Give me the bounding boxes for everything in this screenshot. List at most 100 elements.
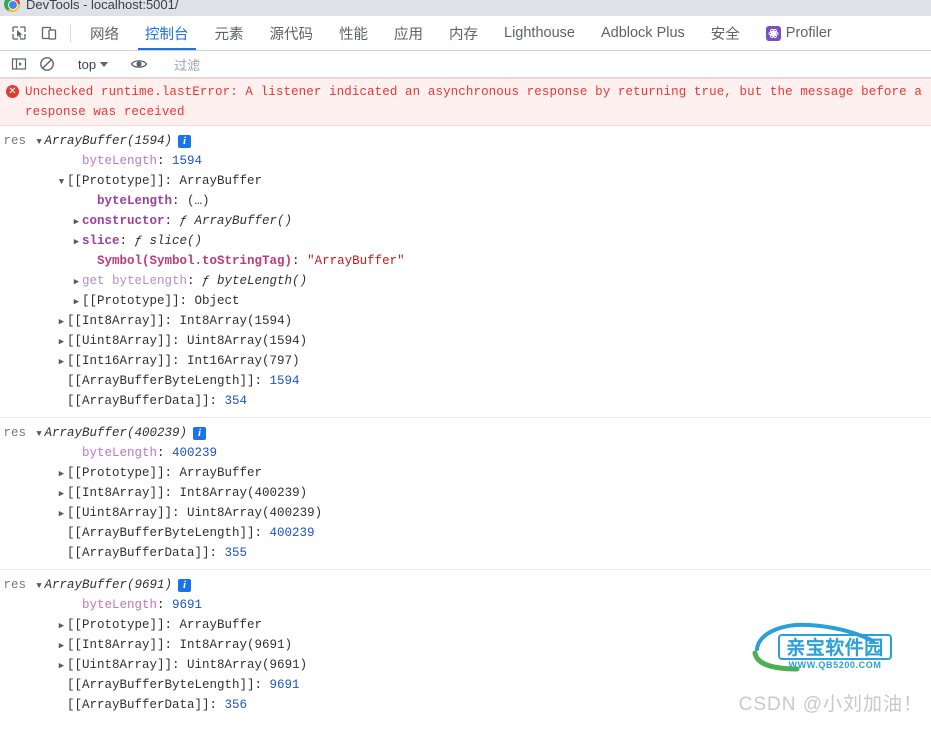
tab-Adblock Plus[interactable]: Adblock Plus [588,16,698,50]
disclosure-triangle-icon[interactable] [56,656,67,676]
tab-性能[interactable]: 性能 [326,16,381,50]
property-value: 9691 [172,598,203,612]
object-property-row[interactable]: [[Uint8Array]]: Uint8Array(400239) [0,503,931,523]
property-value: Int8Array(9691) [179,638,293,652]
object-property-row[interactable]: [[Uint8Array]]: Uint8Array(1594) [0,331,931,351]
disclosure-triangle-icon[interactable] [56,352,67,372]
object-property-row[interactable]: slice: ƒ slice() [0,231,931,251]
disclosure-triangle-icon[interactable] [56,172,67,192]
object-title[interactable]: ArrayBuffer(1594) [45,131,173,151]
property-separator: : [172,194,188,208]
property-separator: : [292,254,308,268]
property-key: [[Int8Array]] [67,638,165,652]
property-separator: : [157,154,173,168]
disclosure-triangle-icon[interactable] [56,504,67,524]
tab-网络[interactable]: 网络 [77,16,132,50]
info-icon[interactable]: i [178,579,192,592]
disclosure-triangle-icon[interactable] [71,272,82,292]
device-toolbar-icon[interactable] [34,16,64,50]
object-property-row[interactable]: [[Int8Array]]: Int8Array(9691) [0,635,931,655]
result-label: res [3,426,26,440]
disclosure-triangle-icon[interactable] [71,232,82,252]
tab-应用[interactable]: 应用 [381,16,436,50]
disclosure-triangle-icon[interactable] [56,636,67,656]
clear-console-icon[interactable] [33,56,61,72]
tab-Lighthouse[interactable]: Lighthouse [491,16,588,50]
console-group-list: res ArrayBuffer(1594)ibyteLength: 1594[[… [0,126,931,717]
property-separator: : [164,214,180,228]
result-label: res [3,134,26,148]
tab-元素[interactable]: 元素 [202,16,257,50]
object-title[interactable]: ArrayBuffer(400239) [45,423,188,443]
filter-input[interactable]: 过滤 [166,55,931,74]
object-property-row[interactable]: [[Int8Array]]: Int8Array(400239) [0,483,931,503]
disclosure-triangle-icon[interactable] [34,576,45,596]
object-property-row[interactable]: byteLength: (…) [0,191,931,211]
object-property-row[interactable]: byteLength: 1594 [0,151,931,171]
property-value: Uint8Array(400239) [187,506,323,520]
object-property-row[interactable]: [[Prototype]]: ArrayBuffer [0,615,931,635]
object-property-row[interactable]: [[ArrayBufferData]]: 356 [0,695,931,715]
property-key: [[Int16Array]] [67,354,173,368]
property-separator: : [254,678,270,692]
tab-源代码[interactable]: 源代码 [257,16,327,50]
disclosure-triangle-icon[interactable] [71,292,82,312]
property-separator: : [164,174,180,188]
console-group-header[interactable]: res ArrayBuffer(1594) i [0,131,931,151]
property-separator: : [164,638,180,652]
property-separator: : [164,466,180,480]
object-title[interactable]: ArrayBuffer(9691) [45,575,173,595]
disclosure-triangle-icon[interactable] [56,464,67,484]
tab-安全[interactable]: 安全 [698,16,753,50]
console-sidebar-icon[interactable] [5,56,33,72]
console-group: res ArrayBuffer(9691)ibyteLength: 9691[[… [0,570,931,717]
object-property-row[interactable]: Symbol(Symbol.toStringTag): "ArrayBuffer… [0,251,931,271]
console-group-header[interactable]: res ArrayBuffer(9691) i [0,575,931,595]
disclosure-triangle-icon[interactable] [34,424,45,444]
tab-label: 内存 [449,26,478,43]
property-key: [[Prototype]] [67,174,165,188]
tab-内存[interactable]: 内存 [436,16,491,50]
console-group-header[interactable]: res ArrayBuffer(400239) i [0,423,931,443]
object-property-row[interactable]: [[ArrayBufferData]]: 355 [0,543,931,563]
object-property-row[interactable]: [[ArrayBufferByteLength]]: 1594 [0,371,931,391]
property-value: 1594 [172,154,203,168]
disclosure-triangle-icon[interactable] [56,616,67,636]
object-property-row[interactable]: [[ArrayBufferByteLength]]: 400239 [0,523,931,543]
property-key: byteLength [82,446,158,460]
property-value: ArrayBuffer [179,466,263,480]
disclosure-triangle-icon[interactable] [34,132,45,152]
object-property-row[interactable]: [[Int16Array]]: Int16Array(797) [0,351,931,371]
tab-label: 源代码 [269,26,314,43]
info-icon[interactable]: i [178,135,192,148]
tab-label: Profiler [785,25,832,41]
object-property-row[interactable]: [[ArrayBufferData]]: 354 [0,391,931,411]
toolbar-divider [70,24,71,42]
object-property-row[interactable]: [[ArrayBufferByteLength]]: 9691 [0,675,931,695]
property-key: [[ArrayBufferData]] [67,394,210,408]
object-property-row[interactable]: byteLength: 9691 [0,595,931,615]
object-property-row[interactable]: byteLength: 400239 [0,443,931,463]
disclosure-triangle-icon[interactable] [71,212,82,232]
console-error-message: ✕ Unchecked runtime.lastError: A listene… [0,78,931,126]
console-output: ✕ Unchecked runtime.lastError: A listene… [0,78,931,717]
object-property-row[interactable]: constructor: ƒ ArrayBuffer() [0,211,931,231]
disclosure-triangle-icon[interactable] [56,312,67,332]
disclosure-triangle-icon[interactable] [56,484,67,504]
inspect-element-icon[interactable] [4,16,34,50]
object-property-row[interactable]: [[Uint8Array]]: Uint8Array(9691) [0,655,931,675]
object-property-row[interactable]: get byteLength: ƒ byteLength() [0,271,931,291]
live-expression-icon[interactable] [125,56,153,72]
tab-Profiler[interactable]: Profiler [753,16,845,50]
object-property-row[interactable]: [[Prototype]]: ArrayBuffer [0,463,931,483]
object-property-row[interactable]: [[Int8Array]]: Int8Array(1594) [0,311,931,331]
property-separator: : [254,374,270,388]
object-property-row[interactable]: [[Prototype]]: ArrayBuffer [0,171,931,191]
object-property-row[interactable]: [[Prototype]]: Object [0,291,931,311]
tab-控制台[interactable]: 控制台 [132,16,202,50]
property-key: [[Uint8Array]] [67,334,173,348]
property-value: Uint8Array(1594) [187,334,308,348]
disclosure-triangle-icon[interactable] [56,332,67,352]
execution-context-select[interactable]: top [74,57,112,72]
info-icon[interactable]: i [193,427,207,440]
